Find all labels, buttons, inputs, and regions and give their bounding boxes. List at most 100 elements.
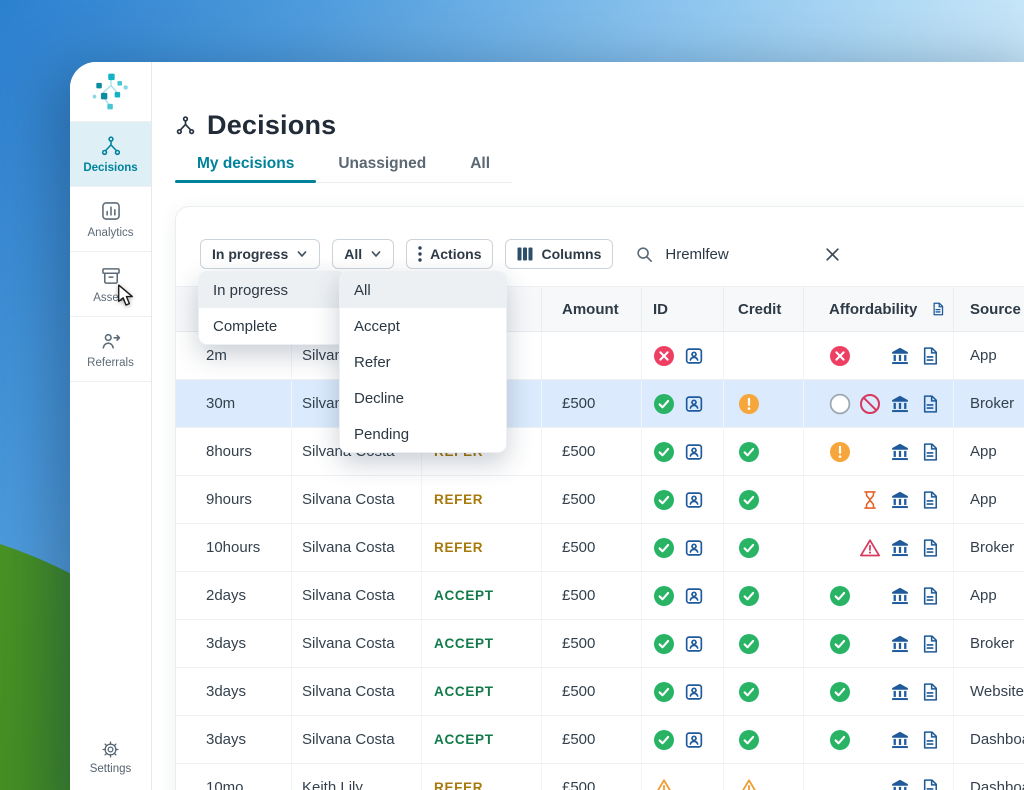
decision-filter-value: All [344, 246, 363, 262]
table-row[interactable]: 2days Silvana Costa ACCEPT £500 App [176, 572, 1024, 620]
search-input[interactable]: Hremlfew [665, 246, 728, 263]
clear-search-icon[interactable] [824, 246, 841, 263]
table-row[interactable]: 30mSilvana CostaREFER£500Broker [176, 380, 1024, 428]
doc-icon [930, 301, 946, 317]
doc-icon [919, 393, 941, 415]
actions-button[interactable]: Actions [406, 239, 494, 269]
sidebar-item-decisions[interactable]: Decisions [70, 122, 151, 187]
bank-icon [889, 729, 911, 751]
cell-amount: £500 [541, 476, 641, 523]
sidebar-item-analytics[interactable]: Analytics [70, 187, 151, 252]
cell-credit [723, 332, 803, 379]
id-card-icon [683, 681, 705, 703]
column-header-amount[interactable]: Amount [541, 287, 641, 331]
sidebar-item-settings[interactable]: Settings [70, 740, 151, 775]
cell-credit [723, 476, 803, 523]
cell-time: 2days [206, 587, 247, 604]
check-circle-icon [829, 729, 851, 751]
cell-id [641, 620, 723, 667]
doc-icon [919, 489, 941, 511]
decision-filter-option-decline[interactable]: Decline [340, 380, 506, 416]
tabs: My decisions Unassigned All [175, 151, 513, 183]
app-logo[interactable] [70, 62, 151, 122]
empty-slot [859, 777, 881, 790]
cell-time: 30m [206, 395, 236, 412]
logo-tree-icon [92, 73, 128, 109]
table-row[interactable]: 3days Silvana Costa ACCEPT £500 Website [176, 668, 1024, 716]
id-card-icon [683, 585, 705, 607]
status-filter-option-complete[interactable]: Complete [199, 308, 345, 344]
cell-source: App [953, 332, 1024, 379]
cell-decision: ACCEPT [421, 668, 541, 715]
cell-amount: £500 [541, 524, 641, 571]
check-circle-icon [738, 441, 760, 463]
decision-filter-option-refer[interactable]: Refer [340, 344, 506, 380]
bank-icon [889, 393, 911, 415]
bank-icon [889, 585, 911, 607]
decisions-icon [175, 115, 196, 136]
chevron-down-icon [371, 251, 381, 257]
column-header-affordability[interactable]: Affordability [803, 287, 953, 331]
doc-icon [919, 537, 941, 559]
cell-amount: £500 [541, 668, 641, 715]
empty-slot [859, 633, 881, 655]
cell-affordability [803, 572, 953, 619]
decision-filter-option-all[interactable]: All [340, 272, 506, 308]
cell-amount: £500 [541, 620, 641, 667]
check-circle-icon [653, 489, 675, 511]
columns-button[interactable]: Columns [505, 239, 614, 269]
table-row[interactable]: 9hours Silvana Costa REFER £500 App [176, 476, 1024, 524]
decision-filter-menu: All Accept Refer Decline Pending [339, 271, 507, 453]
cell-affordability [803, 476, 953, 523]
cell-id [641, 428, 723, 475]
cell-id [641, 380, 723, 427]
cell-source: Broker [953, 524, 1024, 571]
table-row[interactable]: 10mo Keith LilyREFER£500 Dashboard [176, 764, 1024, 790]
table-row[interactable]: 10hours Silvana Costa REFER £500 Broker [176, 524, 1024, 572]
cell-credit [723, 524, 803, 571]
sidebar-item-label: Decisions [83, 161, 138, 174]
tab-my-decisions[interactable]: My decisions [175, 151, 317, 183]
status-filter-option-in-progress[interactable]: In progress [199, 272, 345, 308]
cell-time: 9hours [206, 491, 252, 508]
cell-id [641, 524, 723, 571]
gear-icon [101, 740, 120, 759]
cell-affordability [803, 428, 953, 475]
mouse-cursor [116, 284, 135, 312]
decision-filter-option-accept[interactable]: Accept [340, 308, 506, 344]
prohibit-icon [859, 393, 881, 415]
status-filter-value: In progress [212, 246, 289, 262]
table-row[interactable]: 3days Silvana Costa ACCEPT £500 Broker [176, 620, 1024, 668]
sidebar-item-referrals[interactable]: Referrals [70, 317, 151, 382]
cell-source: App [953, 428, 1024, 475]
id-card-icon [683, 393, 705, 415]
cell-id [641, 716, 723, 763]
doc-icon [919, 633, 941, 655]
cell-time: 3days [206, 635, 247, 652]
id-card-icon [683, 345, 705, 367]
tab-all[interactable]: All [448, 151, 512, 182]
column-header-source[interactable]: Source [953, 287, 1024, 331]
search-box[interactable]: Hremlfew [635, 245, 841, 263]
table-row[interactable]: 8hoursSilvana CostaREFER£500App [176, 428, 1024, 476]
sidebar-item-label: Settings [89, 763, 132, 775]
sidebar-item-label: Analytics [87, 226, 134, 239]
status-filter-select[interactable]: In progress [200, 239, 321, 269]
tab-unassigned[interactable]: Unassigned [316, 151, 448, 182]
column-header-credit[interactable]: Credit [723, 287, 803, 331]
decision-filter-select[interactable]: All [332, 239, 395, 269]
cell-amount: £500 [541, 764, 641, 790]
referrals-icon [100, 330, 122, 352]
bank-icon [889, 681, 911, 703]
sidebar-nav: Decisions Analytics Assets Referrals [70, 122, 151, 382]
cell-time: 10mo [206, 779, 244, 790]
empty-slot [859, 681, 881, 703]
cell-affordability [803, 332, 953, 379]
table-row[interactable]: 3days Silvana CostaACCEPT£500 Dashboard [176, 716, 1024, 764]
column-header-id[interactable]: ID [641, 287, 723, 331]
check-circle-icon [738, 729, 760, 751]
decision-filter-option-pending[interactable]: Pending [340, 416, 506, 452]
sidebar: Decisions Analytics Assets Referrals Settin… [70, 62, 152, 790]
sidebar-item-assets[interactable]: Assets [70, 252, 151, 317]
id-card-icon [683, 489, 705, 511]
